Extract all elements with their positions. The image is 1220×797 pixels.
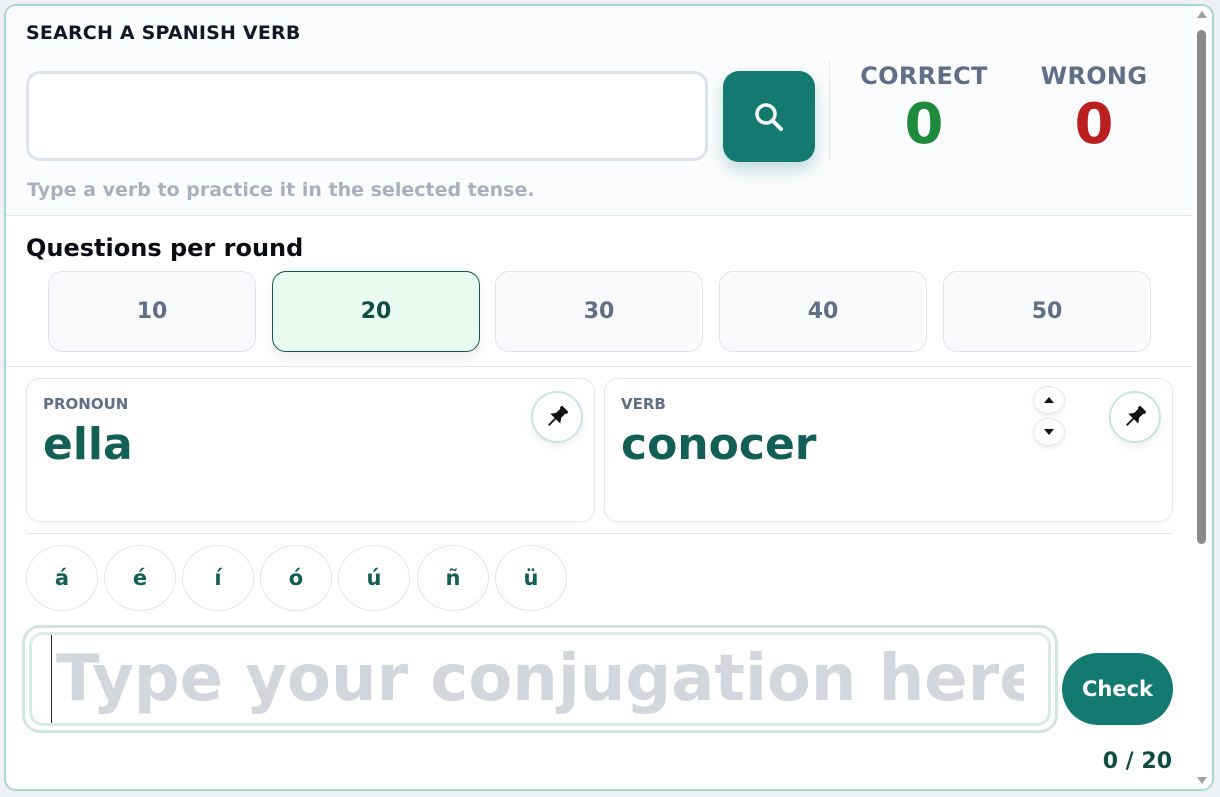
pin-icon: [1126, 405, 1147, 426]
correct-score: CORRECT 0: [834, 62, 1014, 156]
round-option-10[interactable]: 10: [48, 271, 256, 352]
pin-pronoun-button[interactable]: [531, 391, 583, 443]
verb-next-button[interactable]: [1033, 418, 1065, 446]
search-button[interactable]: [723, 71, 815, 162]
verb-label: VERB: [621, 395, 666, 413]
pin-icon: [548, 405, 569, 426]
round-option-20[interactable]: 20: [272, 271, 480, 352]
questions-per-round-title: Questions per round: [26, 234, 304, 262]
search-heading: SEARCH A SPANISH VERB: [26, 22, 301, 44]
scroll-down-icon[interactable]: [1197, 777, 1207, 784]
accent-key-u-umlaut[interactable]: ü: [495, 545, 567, 611]
accent-key-u[interactable]: ú: [338, 545, 410, 611]
round-option-30[interactable]: 30: [495, 271, 703, 352]
score-divider: [829, 61, 830, 161]
verb-value: conocer: [621, 419, 817, 470]
accent-divider: [26, 533, 1173, 534]
correct-label: CORRECT: [860, 62, 988, 90]
accent-key-n[interactable]: ñ: [417, 545, 489, 611]
accent-key-a[interactable]: á: [26, 545, 98, 611]
answer-field-wrapper: [22, 625, 1058, 733]
verb-card: VERB conocer: [604, 378, 1173, 522]
correct-value: 0: [904, 92, 944, 157]
verb-search-input[interactable]: [26, 71, 708, 161]
round-option-50[interactable]: 50: [943, 271, 1151, 352]
wrong-score: WRONG 0: [1004, 62, 1184, 156]
wrong-value: 0: [1074, 92, 1114, 157]
verb-previous-button[interactable]: [1033, 386, 1065, 414]
progress-counter: 0 / 20: [1102, 749, 1172, 774]
caret-up-icon: [1044, 397, 1054, 403]
scroll-up-icon[interactable]: [1197, 11, 1207, 18]
app-frame: SEARCH A SPANISH VERB Type a verb to pra…: [4, 4, 1214, 791]
conjugation-input[interactable]: [29, 632, 1051, 726]
section-divider: [6, 366, 1192, 367]
pin-verb-button[interactable]: [1109, 391, 1161, 443]
caret-down-icon: [1044, 429, 1054, 435]
accent-key-i[interactable]: í: [182, 545, 254, 611]
check-button[interactable]: Check: [1062, 653, 1173, 725]
wrong-label: WRONG: [1040, 62, 1148, 90]
accent-key-o[interactable]: ó: [260, 545, 332, 611]
pronoun-label: PRONOUN: [43, 395, 129, 413]
search-icon: [755, 102, 783, 131]
round-option-40[interactable]: 40: [719, 271, 927, 352]
text-caret: [51, 635, 52, 723]
pronoun-value: ella: [43, 419, 133, 470]
search-hint: Type a verb to practice it in the select…: [27, 179, 535, 201]
pronoun-card: PRONOUN ella: [26, 378, 595, 522]
vertical-scrollbar[interactable]: [1192, 6, 1212, 789]
accent-key-e[interactable]: é: [104, 545, 176, 611]
scroll-thumb[interactable]: [1197, 30, 1206, 544]
search-section: SEARCH A SPANISH VERB Type a verb to pra…: [6, 6, 1192, 216]
